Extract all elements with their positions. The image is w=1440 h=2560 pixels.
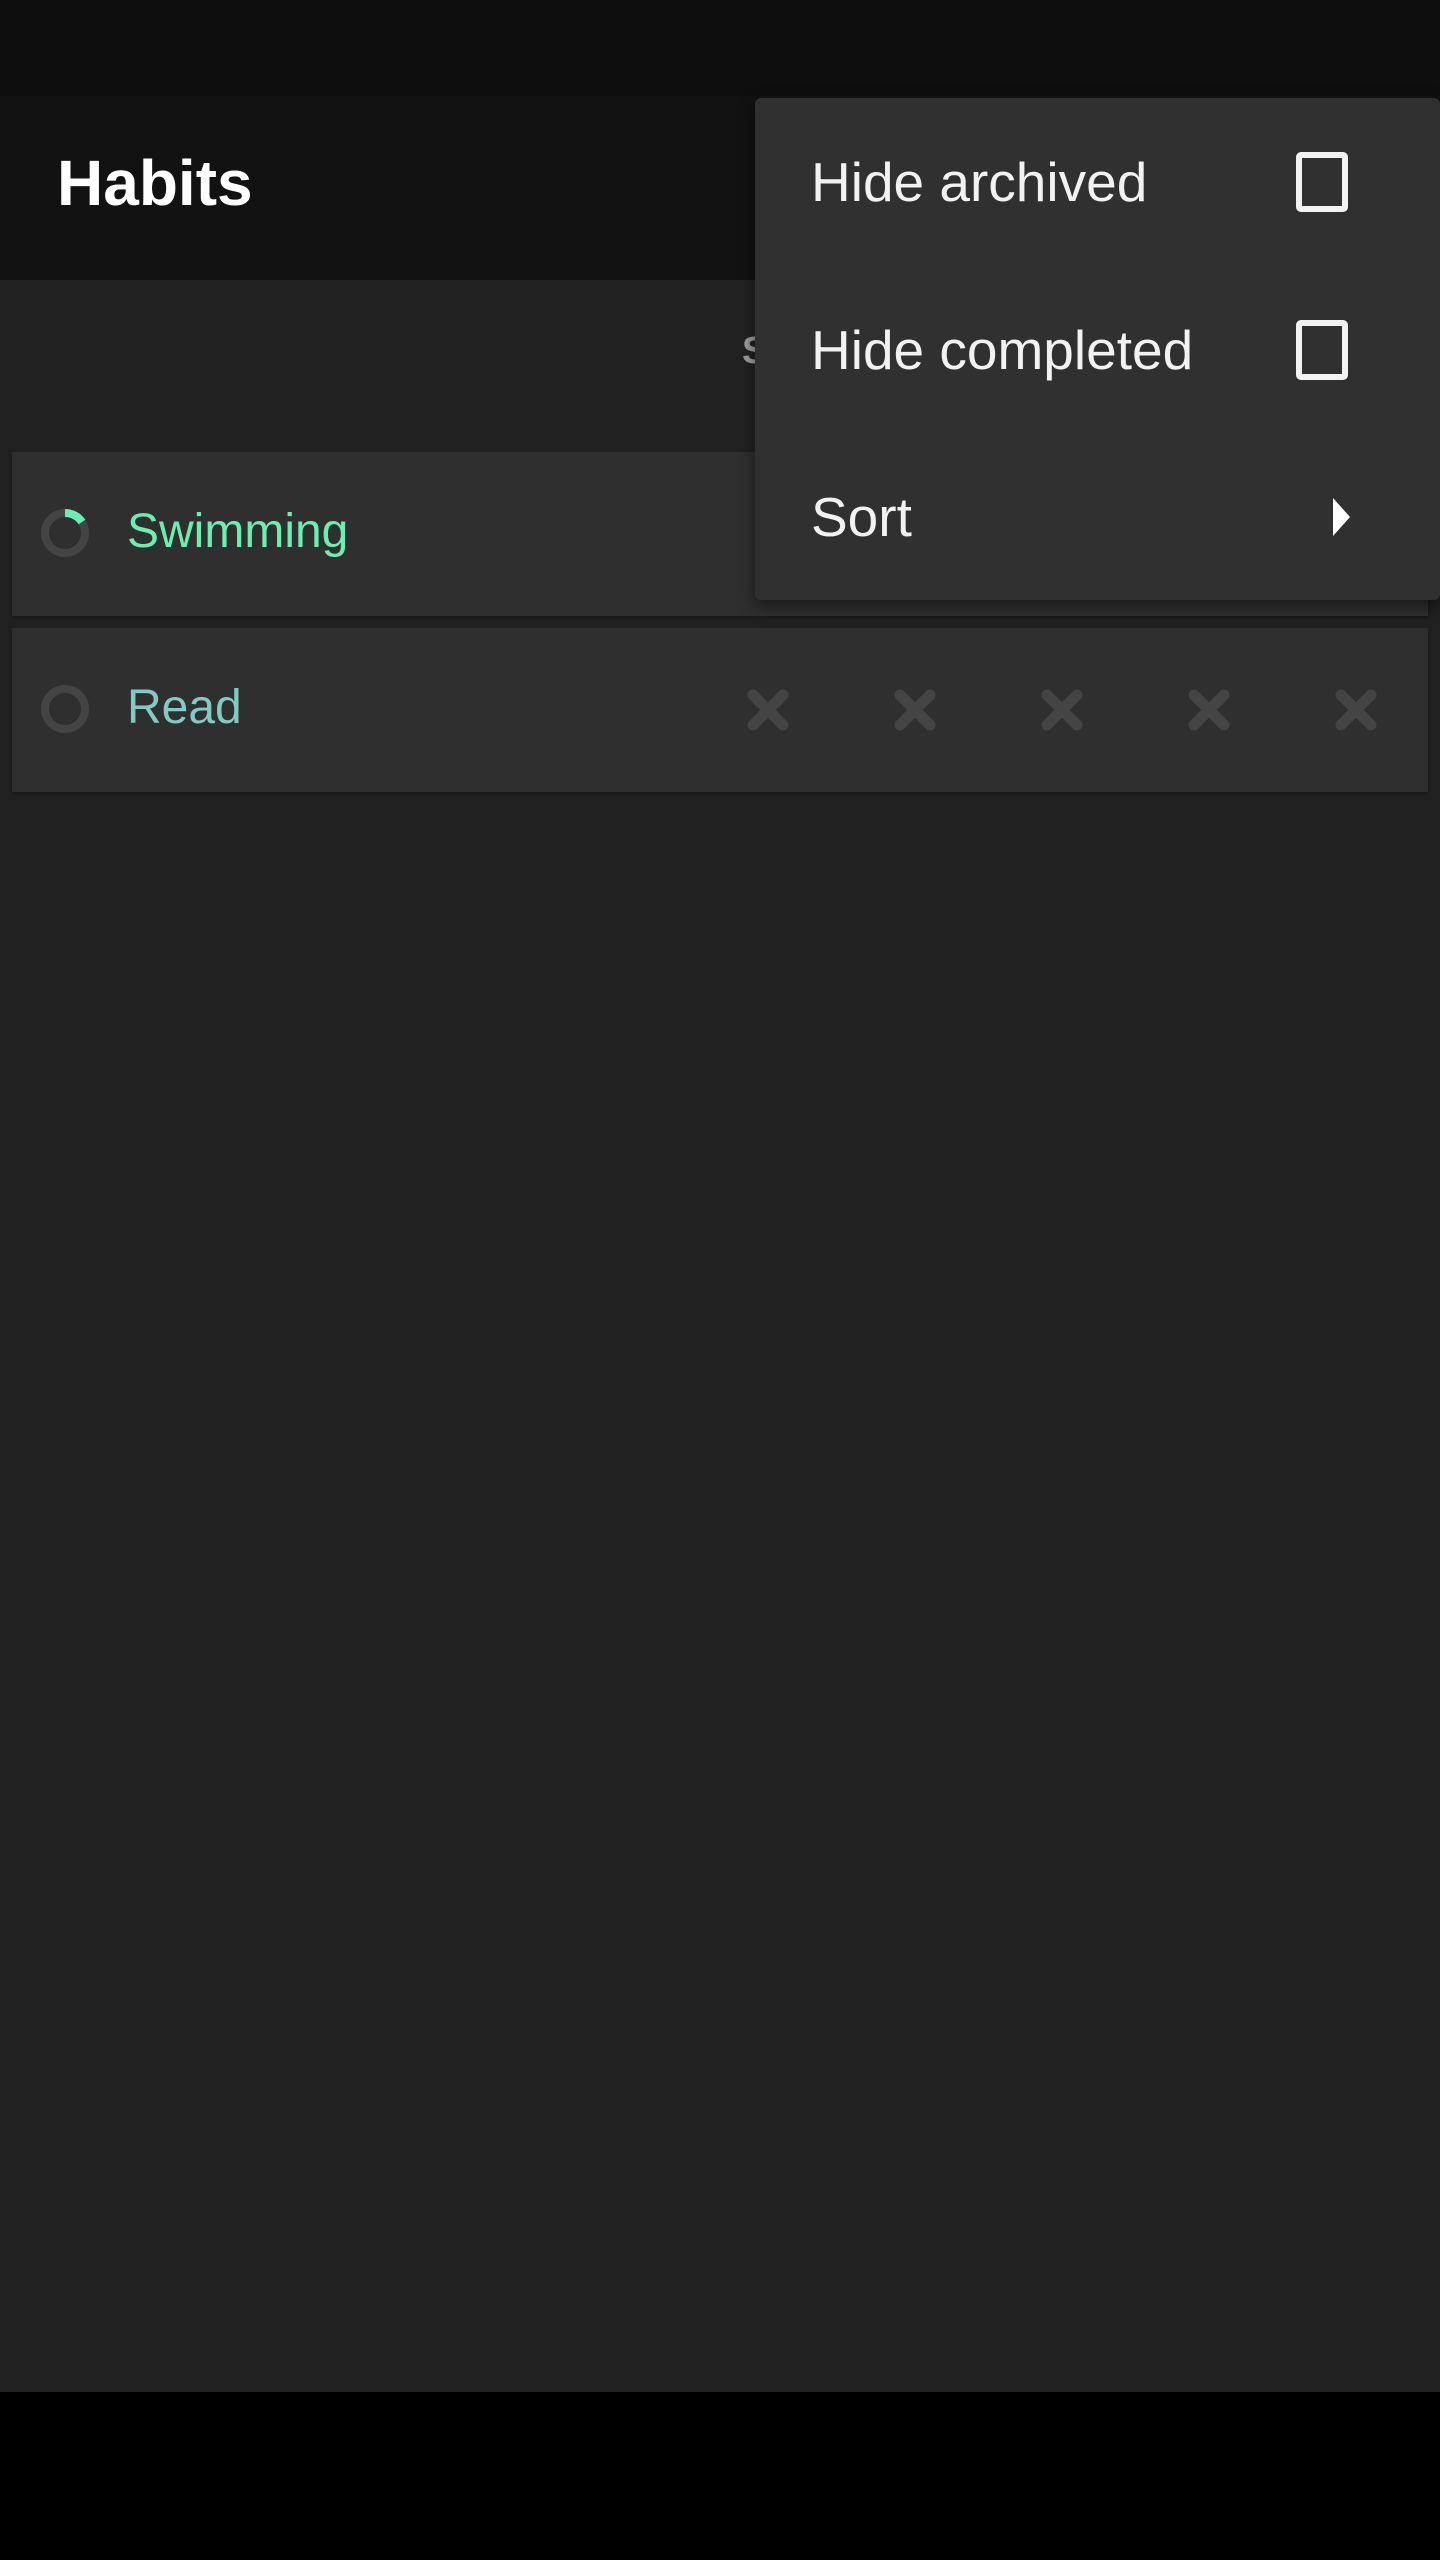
menu-item-hide-archived[interactable]: Hide archived xyxy=(755,98,1440,265)
chevron-right-icon xyxy=(1333,497,1350,536)
menu-item-sort[interactable]: Sort xyxy=(755,433,1440,600)
unchecked-x-icon[interactable] xyxy=(1179,680,1239,740)
menu-item-label: Sort xyxy=(811,485,912,548)
unchecked-x-icon[interactable] xyxy=(1326,680,1386,740)
habit-row-read[interactable]: Read xyxy=(12,628,1428,792)
menu-item-label: Hide archived xyxy=(811,150,1148,213)
menu-item-hide-completed[interactable]: Hide completed xyxy=(755,266,1440,433)
checkbox-icon[interactable] xyxy=(1296,151,1348,212)
progress-ring-icon xyxy=(41,685,89,733)
checkbox-icon[interactable] xyxy=(1296,319,1348,380)
habit-name: Swimming xyxy=(127,505,349,558)
unchecked-x-icon[interactable] xyxy=(1032,680,1092,740)
navigation-bar xyxy=(0,2392,1440,2560)
status-bar xyxy=(0,0,1440,96)
habit-name: Read xyxy=(127,681,242,734)
unchecked-x-icon[interactable] xyxy=(885,680,945,740)
progress-ring-icon xyxy=(41,509,89,557)
overflow-menu: Hide archived Hide completed Sort xyxy=(755,98,1440,600)
menu-item-label: Hide completed xyxy=(811,318,1194,381)
page-title: Habits xyxy=(57,147,253,219)
unchecked-x-icon[interactable] xyxy=(738,680,798,740)
